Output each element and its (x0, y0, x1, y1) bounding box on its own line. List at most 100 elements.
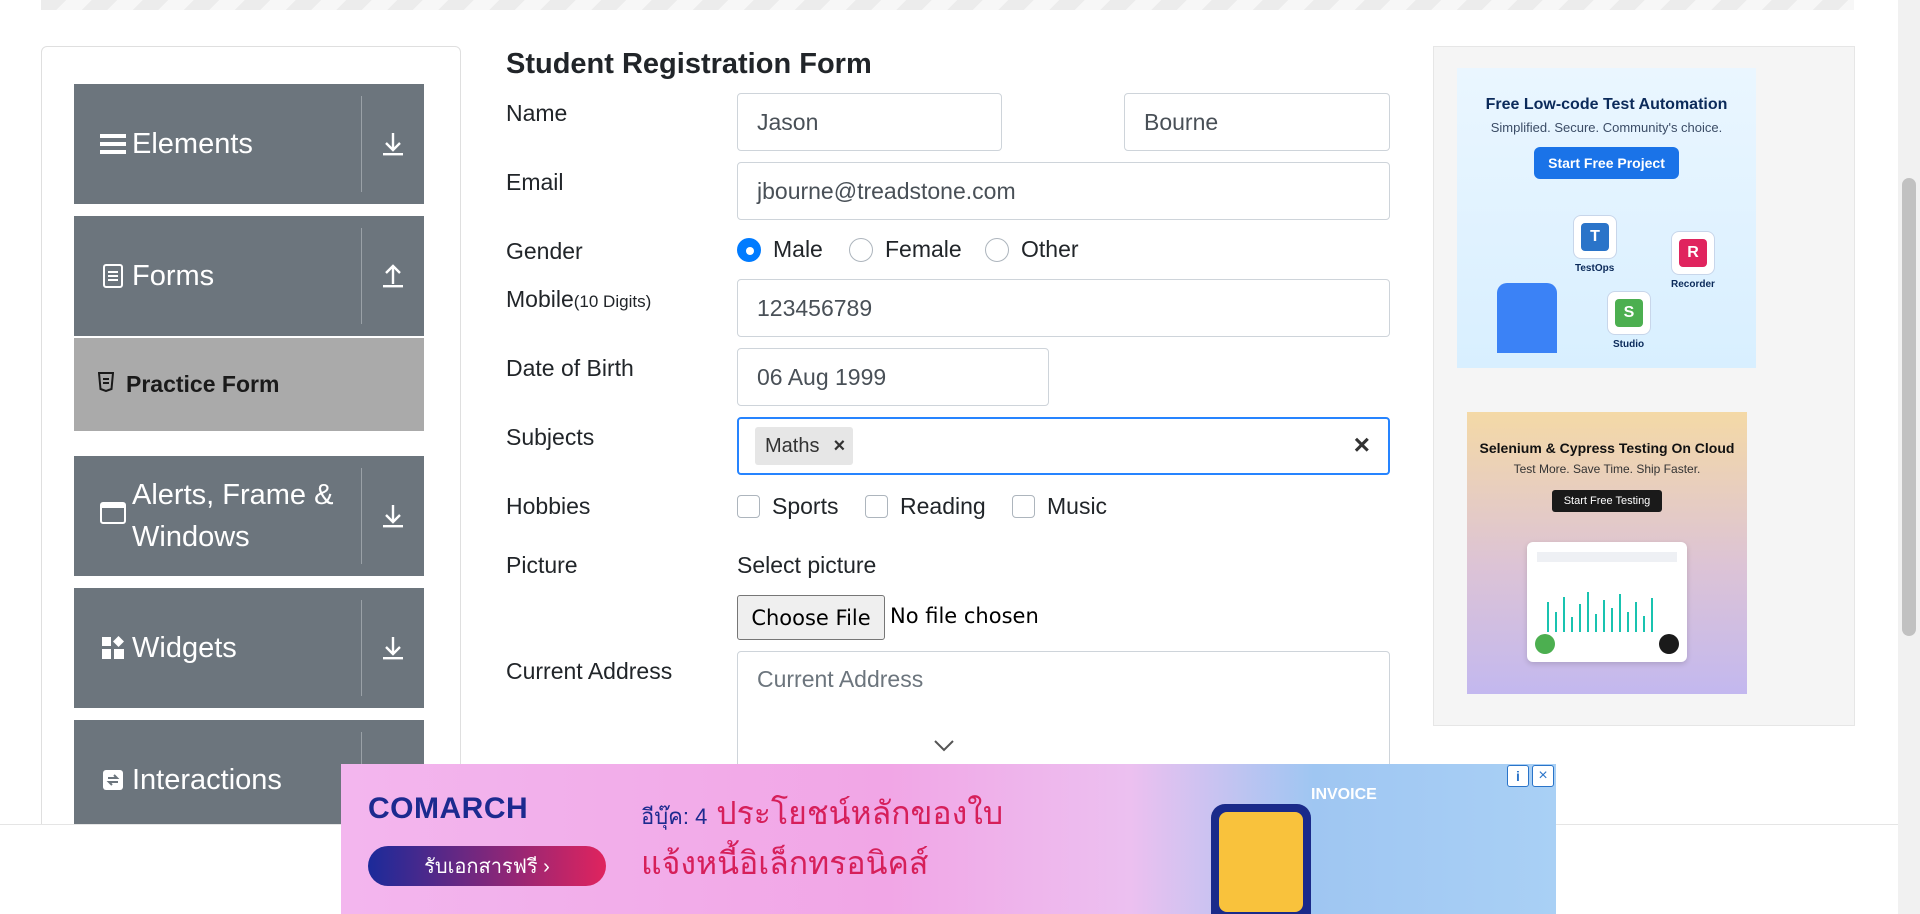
mobile-label-text: Mobile (506, 286, 574, 312)
ad-illustration: T TestOps R Recorder S Studio (1497, 213, 1717, 353)
select-picture-label: Select picture (737, 552, 877, 578)
chevron-down-icon[interactable] (933, 736, 955, 759)
html5-icon (97, 372, 115, 397)
clear-all-icon[interactable]: × (1354, 429, 1370, 461)
email-label: Email (506, 169, 564, 195)
radio-indicator (849, 237, 873, 262)
hobby-checkbox-sports[interactable]: Sports (737, 493, 838, 520)
recorder-icon: R (1671, 231, 1715, 275)
bottom-banner-ad[interactable]: COMARCH รับเอกสารฟรี › อีบุ๊ค: 4 ประโยชน… (341, 764, 1556, 914)
sidebar-group-label: Alerts, Frame & Windows (132, 474, 333, 558)
node-caption: TestOps (1575, 263, 1615, 274)
radio-label: Male (773, 236, 823, 262)
checkbox-box (865, 495, 888, 518)
sidebar-group-label: Forms (132, 259, 215, 292)
mobile-hint: (10 Digits) (573, 292, 652, 311)
name-label: Name (506, 100, 568, 126)
gender-label: Gender (506, 238, 583, 264)
page: Elements Forms Practice Form Alerts, Fra… (0, 0, 1920, 914)
widgets-icon (100, 636, 126, 660)
label-line-1: Alerts, Frame & (132, 479, 334, 511)
node-caption: Studio (1613, 339, 1645, 350)
radio-indicator (985, 237, 1009, 262)
ad-lambdatest[interactable]: Selenium & Cypress Testing On Cloud Test… (1467, 412, 1747, 694)
file-status: No file chosen (890, 604, 1039, 628)
email-input[interactable]: jbourne@treadstone.com (737, 162, 1390, 220)
dob-label: Date of Birth (506, 355, 634, 381)
last-name-input[interactable]: Bourne (1124, 93, 1390, 151)
node-caption: Recorder (1671, 279, 1715, 290)
choose-file-button[interactable]: Choose File (737, 595, 885, 640)
chip-label: Maths (765, 434, 820, 457)
radio-label: Other (1021, 236, 1079, 262)
document-icon (100, 264, 126, 288)
mobile-input[interactable]: 123456789 (737, 279, 1390, 337)
picture-label: Picture (506, 552, 578, 578)
robot-illustration (1497, 283, 1557, 353)
hobby-checkbox-music[interactable]: Music (1012, 493, 1107, 520)
scrollbar-thumb[interactable] (1902, 178, 1916, 636)
address-label: Current Address (506, 658, 673, 684)
hamburger-icon (100, 132, 126, 156)
ad-cta-button[interactable]: Start Free Testing (1551, 490, 1663, 512)
ad-close-icon[interactable]: × (1532, 765, 1554, 787)
upload-arrow-icon[interactable] (362, 216, 424, 336)
hobbies-label: Hobbies (506, 493, 591, 519)
sidebar-group-forms[interactable]: Forms (74, 216, 424, 336)
ad-subtitle: Simplified. Secure. Community's choice. (1490, 120, 1723, 135)
window-icon (100, 502, 126, 524)
studio-icon: S (1607, 291, 1651, 335)
ad-cta-button[interactable]: Start Free Project (1534, 147, 1679, 179)
ad-cta-button[interactable]: รับเอกสารฟรี › (368, 846, 606, 886)
sidebar-group-alerts[interactable]: Alerts, Frame & Windows (74, 456, 424, 576)
checkbox-label: Reading (900, 493, 986, 519)
mobile-label: Mobile(10 Digits) (506, 286, 651, 313)
sidebar-item-label: Practice Form (126, 371, 280, 397)
subjects-input[interactable]: Maths × × (737, 417, 1390, 475)
page-title: Student Registration Form (506, 48, 872, 80)
ad-tag: INVOICE (1311, 786, 1377, 803)
sidebar-group-label: Widgets (132, 631, 237, 664)
radio-selected-indicator (737, 237, 761, 262)
checkbox-box (1012, 495, 1035, 518)
ad-headline-line1: ประโยชน์หลักของใบ (716, 795, 1004, 831)
scrollbar[interactable] (1898, 0, 1920, 914)
ad-info-icon[interactable]: i (1507, 765, 1529, 787)
sidebar-group-elements[interactable]: Elements (74, 84, 424, 204)
label-line-2: Windows (132, 521, 250, 553)
radio-label: Female (885, 236, 962, 262)
remove-chip-icon[interactable]: × (833, 435, 845, 458)
hobby-checkbox-reading[interactable]: Reading (865, 493, 986, 520)
testops-icon: T (1573, 215, 1617, 259)
first-name-input[interactable]: Jason (737, 93, 1002, 151)
download-arrow-icon[interactable] (362, 456, 424, 576)
interactions-icon (100, 769, 126, 791)
ad-katalon[interactable]: Free Low-code Test Automation Simplified… (1457, 68, 1756, 368)
current-address-textarea[interactable]: Current Address (737, 651, 1390, 771)
sidebar-item-practice-form[interactable]: Practice Form (74, 338, 424, 431)
top-banner-strip (41, 0, 1854, 10)
ad-title: Free Low-code Test Automation (1485, 96, 1728, 113)
date-of-birth-input[interactable]: 06 Aug 1999 (737, 348, 1049, 406)
ad-headline-prefix: อีบุ๊ค: 4 (641, 804, 708, 829)
sidebar-group-label: Elements (132, 127, 253, 160)
checkbox-label: Sports (772, 493, 839, 519)
ad-title: Selenium & Cypress Testing On Cloud (1479, 440, 1735, 456)
ad-brand: COMARCH (368, 792, 529, 825)
sidebar-group-label: Interactions (132, 763, 282, 796)
subjects-label: Subjects (506, 424, 595, 450)
ad-headline: อีบุ๊ค: 4 ประโยชน์หลักของใบ แจ้งหนี้อิเล… (641, 790, 1003, 886)
subject-chip: Maths × (755, 427, 854, 465)
ad-headline-line2: แจ้งหนี้อิเล็กทรอนิคส์ (641, 845, 929, 881)
download-arrow-icon[interactable] (362, 84, 424, 204)
gender-radio-male[interactable]: Male (737, 236, 823, 263)
ad-subtitle: Test More. Save Time. Ship Faster. (1513, 462, 1701, 476)
sidebar-group-widgets[interactable]: Widgets (74, 588, 424, 708)
dashboard-illustration (1527, 542, 1687, 662)
phone-illustration (1211, 804, 1311, 914)
download-arrow-icon[interactable] (362, 588, 424, 708)
checkbox-label: Music (1047, 493, 1108, 519)
gender-radio-female[interactable]: Female (849, 236, 962, 263)
gender-radio-other[interactable]: Other (985, 236, 1079, 263)
checkbox-box (737, 495, 760, 518)
